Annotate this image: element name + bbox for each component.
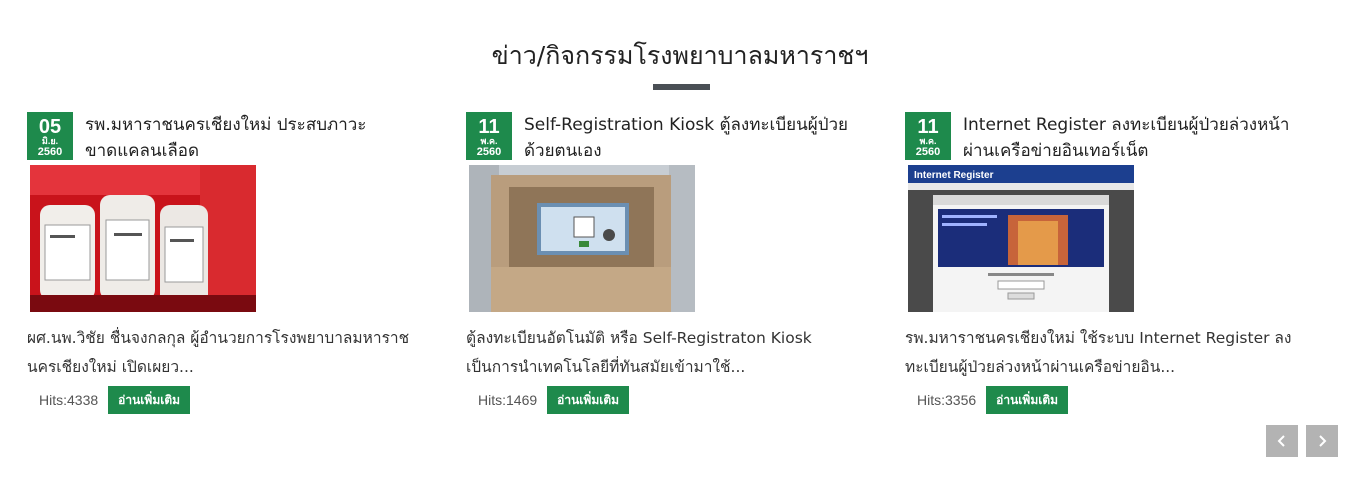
- read-more-button[interactable]: อ่านเพิ่มเติม: [547, 386, 630, 414]
- news-excerpt: ตู้ลงทะเบียนอัตโนมัติ หรือ Self-Registra…: [466, 329, 812, 376]
- title-underline: [653, 84, 710, 90]
- blood-bags-photo: [30, 165, 256, 312]
- news-thumbnail[interactable]: [469, 165, 695, 312]
- news-section: ข่าว/กิจกรรมโรงพยาบาลมหาราชฯ 05 มิ.ย. 25…: [0, 0, 1360, 482]
- section-title: ข่าว/กิจกรรมโรงพยาบาลมหาราชฯ: [491, 41, 869, 70]
- date-year: 2560: [915, 146, 941, 158]
- date-month: มิ.ย.: [41, 136, 59, 146]
- date-month: พ.ค.: [919, 136, 937, 146]
- news-meta: Hits:4338 อ่านเพิ่มเติม: [39, 385, 191, 415]
- news-meta: Hits:3356 อ่านเพิ่มเติม: [917, 385, 1069, 415]
- news-title-link[interactable]: Self-Registration Kiosk ตู้ลงทะเบียนผู้ป…: [524, 112, 874, 164]
- news-card: 11 พ.ค. 2560 Internet Register ลงทะเบียน…: [905, 112, 1315, 422]
- date-badge: 11 พ.ค. 2560: [466, 112, 512, 160]
- date-day: 11: [478, 116, 500, 138]
- carousel-prev-button[interactable]: [1266, 425, 1298, 457]
- chevron-left-icon: [1277, 435, 1285, 447]
- news-card: 05 มิ.ย. 2560 รพ.มหาราชนครเชียงใหม่ ประส…: [27, 112, 437, 422]
- news-thumbnail[interactable]: [30, 165, 256, 312]
- date-badge: 05 มิ.ย. 2560: [27, 112, 73, 160]
- date-day: 05: [38, 116, 62, 138]
- hits-count: Hits:1469: [478, 392, 538, 408]
- news-title-link[interactable]: รพ.มหาราชนครเชียงใหม่ ประสบภาวะขาดแคลนเล…: [85, 112, 435, 164]
- date-year: 2560: [476, 146, 502, 158]
- hits-count: Hits:4338: [39, 392, 99, 408]
- news-excerpt: ผศ.นพ.วิชัย ชื่นจงกลกุล ผู้อำนวยการโรงพย…: [27, 329, 410, 376]
- news-excerpt: รพ.มหาราชนครเชียงใหม่ ใช้ระบบ Internet R…: [905, 329, 1292, 376]
- news-thumbnail[interactable]: Internet Register: [908, 165, 1134, 312]
- image-banner-text: Internet Register: [914, 170, 994, 181]
- hits-count: Hits:3356: [917, 392, 977, 408]
- read-more-button[interactable]: อ่านเพิ่มเติม: [986, 386, 1069, 414]
- kiosk-photo: [469, 165, 695, 312]
- news-meta: Hits:1469 อ่านเพิ่มเติม: [478, 385, 630, 415]
- carousel-next-button[interactable]: [1306, 425, 1338, 457]
- date-year: 2560: [37, 146, 63, 158]
- date-badge: 11 พ.ค. 2560: [905, 112, 951, 160]
- date-month: พ.ค.: [480, 136, 498, 146]
- read-more-button[interactable]: อ่านเพิ่มเติม: [108, 386, 191, 414]
- chevron-right-icon: [1319, 435, 1327, 447]
- news-title-link[interactable]: Internet Register ลงทะเบียนผู้ป่วยล่วงหน…: [963, 112, 1313, 164]
- news-card: 11 พ.ค. 2560 Self-Registration Kiosk ตู้…: [466, 112, 876, 422]
- date-day: 11: [917, 116, 939, 138]
- website-screenshot: Internet Register: [908, 165, 1134, 312]
